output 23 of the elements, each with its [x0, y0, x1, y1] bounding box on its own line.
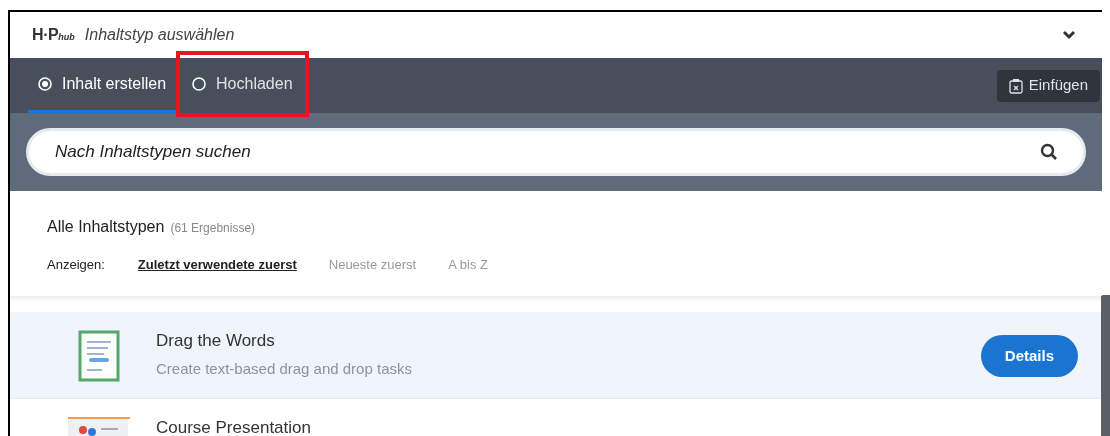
slide-icon: [68, 417, 130, 436]
content-type-row[interactable]: Drag the Words Create text-based drag and drop tasks Details: [10, 312, 1102, 399]
paste-button[interactable]: Einfügen: [996, 69, 1100, 102]
radio-icon: [38, 77, 52, 91]
content-type-description: Create text-based drag and drop tasks: [156, 358, 413, 379]
clipboard-icon: [1008, 77, 1023, 94]
radio-icon: [192, 77, 207, 91]
scrollbar[interactable]: [1101, 295, 1110, 436]
content-type-title: Course Presentation: [156, 417, 312, 436]
sort-label: Anzeigen:: [47, 256, 105, 274]
logo: H·P: [32, 25, 59, 45]
section-title: Alle Inhaltstypen: [47, 217, 165, 237]
search-icon[interactable]: [1040, 143, 1058, 161]
search-field[interactable]: Nach Inhaltstypen suchen: [26, 128, 1086, 176]
content-type-title: Drag the Words: [156, 330, 276, 352]
tab[interactable]: Hochladen: [182, 58, 303, 113]
logo-suffix: hub: [58, 32, 75, 45]
sort-option[interactable]: Zuletzt verwendete zuerst: [137, 255, 297, 275]
chevron-down-icon[interactable]: [1062, 30, 1076, 40]
details-button[interactable]: Details: [980, 335, 1078, 377]
result-count: (61 Ergebnisse): [170, 220, 256, 237]
window-title: Inhaltstyp auswählen: [84, 25, 235, 45]
document-icon: [78, 330, 120, 382]
